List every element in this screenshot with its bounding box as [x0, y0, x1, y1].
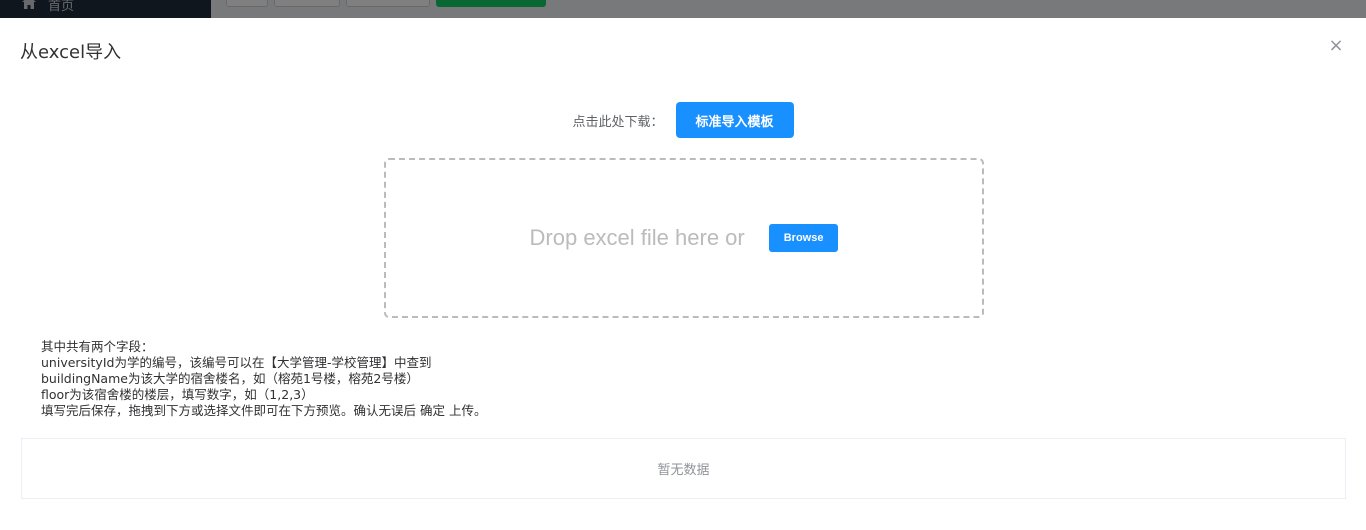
- file-drop-zone[interactable]: Drop excel file here or Browse: [384, 158, 984, 318]
- browse-button[interactable]: Browse: [768, 224, 839, 252]
- download-template-button[interactable]: 标准导入模板: [675, 102, 794, 138]
- preview-table: 暂无数据: [21, 438, 1346, 499]
- instruction-line: floor为该宿舍楼的楼层，填写数字，如（1,2,3）: [41, 387, 314, 402]
- instructions: 其中共有两个字段： universityId为学的编号，该编号可以在【大学管理-…: [41, 339, 486, 419]
- instruction-line: buildingName为该大学的宿舍楼名，如（榕苑1号楼，榕苑2号楼）: [41, 371, 419, 386]
- close-icon[interactable]: ×: [1328, 37, 1344, 55]
- dialog-header: 从excel导入: [20, 38, 121, 64]
- instruction-line: universityId为学的编号，该编号可以在【大学管理-学校管理】中查到: [41, 355, 432, 370]
- instruction-line: 其中共有两个字段：: [41, 339, 154, 354]
- drop-zone-text: Drop excel file here or: [529, 225, 745, 250]
- import-dialog: 从excel导入 × 点击此处下载： 标准导入模板 Drop excel fil…: [0, 18, 1366, 530]
- instruction-line: 填写完后保存，拖拽到下方或选择文件即可在下方预览。确认无误后 确定 上传。: [41, 403, 487, 418]
- download-row: 点击此处下载： 标准导入模板: [0, 102, 1366, 138]
- download-label: 点击此处下载：: [572, 114, 664, 130]
- dialog-title: 从excel导入: [20, 42, 122, 63]
- empty-table-text: 暂无数据: [657, 463, 710, 478]
